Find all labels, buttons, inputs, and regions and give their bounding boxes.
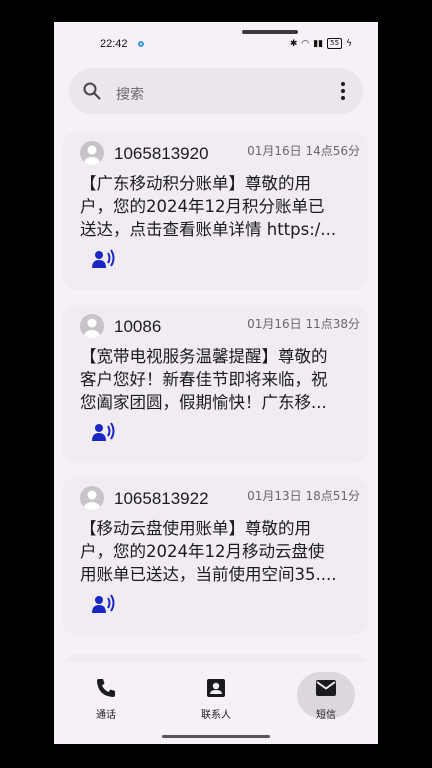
sync-icon [138, 41, 144, 47]
tab-label: 短信 [316, 710, 336, 721]
message-sender: 1065813922 [114, 489, 209, 508]
avatar-icon [80, 486, 104, 510]
message-date: 01月16日 14点56分 [247, 144, 360, 158]
message-preview: 【广东移动积分账单】尊敬的用 户，您的2024年12月积分账单已 送达，点击查看… [80, 174, 337, 239]
message-card[interactable]: 1065813922 01月13日 18点51分 【移动云盘使用账单】尊敬的用 … [62, 477, 368, 635]
contacts-icon [207, 679, 225, 697]
tab-label: 联系人 [201, 710, 231, 721]
search-bar[interactable]: 搜索 [69, 68, 363, 114]
message-date: 01月13日 18点51分 [247, 489, 360, 503]
tab-label: 通话 [96, 710, 116, 721]
read-aloud-icon[interactable] [92, 249, 116, 269]
phone-screen: 22:42 ✱ ◠ ▮▮ 55 ϟ 搜索 1065813920 01月16日 1… [54, 22, 378, 744]
gesture-handle[interactable] [162, 735, 270, 738]
read-aloud-icon[interactable] [92, 422, 116, 442]
wifi-icon: ◠ [301, 38, 310, 49]
search-icon [83, 82, 101, 100]
bottom-navigation: 通话 联系人 短信 [54, 662, 378, 744]
message-card[interactable]: 10086 01月16日 11点38分 【宽带电视服务温馨提醒】尊敬的 客户您好… [62, 305, 368, 463]
tab-messages[interactable]: 短信 [296, 672, 356, 724]
search-placeholder: 搜索 [116, 87, 144, 103]
tab-calls[interactable]: 通话 [76, 672, 136, 724]
status-bar: 22:42 ✱ ◠ ▮▮ 55 ϟ [54, 22, 378, 66]
status-time: 22:42 [100, 38, 128, 50]
message-card[interactable]: 1065813920 01月16日 14点56分 【广东移动积分账单】尊敬的用 … [62, 132, 368, 290]
avatar-icon [80, 314, 104, 338]
status-icons: ✱ ◠ ▮▮ 55 ϟ [290, 38, 352, 49]
message-preview: 【宽带电视服务温馨提醒】尊敬的 客户您好！新春佳节即将来临，祝 您阖家团圆，假期… [80, 347, 328, 412]
message-sender: 10086 [114, 317, 162, 336]
message-date: 01月16日 11点38分 [247, 317, 360, 331]
message-sender: 1065813920 [114, 144, 209, 163]
battery-icon: 55 [327, 38, 343, 49]
mail-icon [316, 680, 336, 696]
phone-icon [97, 679, 115, 697]
read-aloud-icon[interactable] [92, 594, 116, 614]
message-preview: 【移动云盘使用账单】尊敬的用 户，您的2024年12月移动云盘使 用账单已送达，… [80, 519, 337, 584]
charging-icon: ϟ [346, 38, 352, 49]
signal-icon: ▮▮ [313, 38, 324, 49]
bluetooth-icon: ✱ [289, 38, 298, 49]
avatar-icon [80, 141, 104, 165]
tab-contacts[interactable]: 联系人 [186, 672, 246, 724]
more-options-icon[interactable] [341, 81, 345, 101]
